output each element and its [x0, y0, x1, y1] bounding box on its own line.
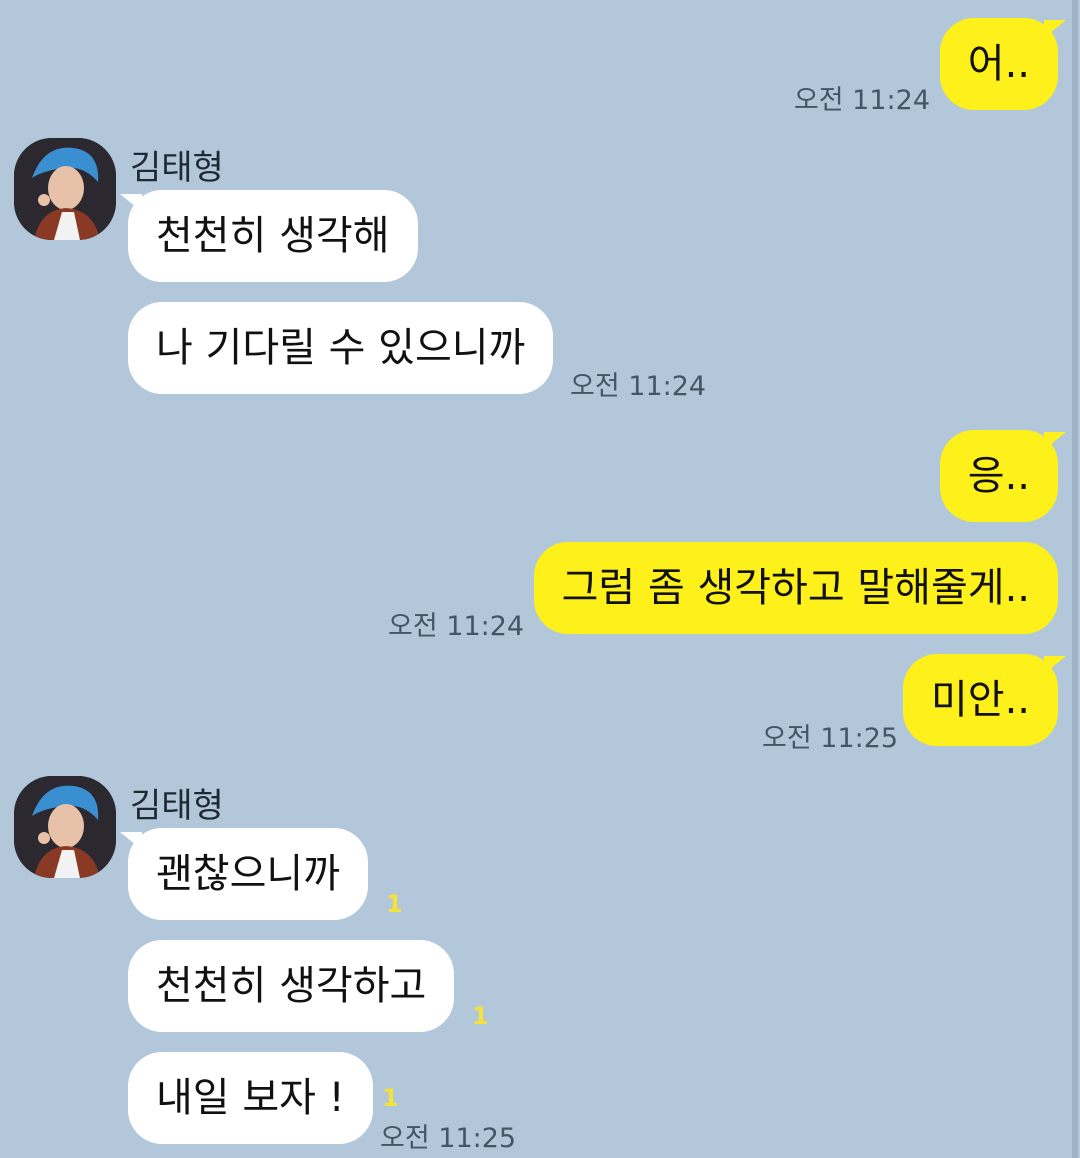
contact-avatar[interactable]: [14, 776, 116, 878]
their-message-bubble[interactable]: 내일 보자 !: [128, 1052, 373, 1144]
contact-avatar[interactable]: [14, 138, 116, 240]
unread-count: 1: [382, 1084, 399, 1112]
bubble-tail: [1044, 656, 1066, 674]
chat-room[interactable]: 어.. 오전 11:24 김태형 천천히 생각해 나 기다릴 수 있으니까 오전…: [0, 0, 1080, 1158]
unread-count: 1: [472, 1002, 489, 1030]
sender-name: 김태형: [130, 148, 224, 188]
profile-photo-icon: [14, 776, 116, 878]
message-time: 오전 11:24: [570, 371, 707, 402]
unread-count: 1: [386, 890, 403, 918]
my-message-bubble[interactable]: 어..: [939, 18, 1058, 110]
message-time: 오전 11:24: [793, 85, 930, 116]
message-time: 오전 11:24: [388, 611, 525, 642]
their-message-bubble[interactable]: 천천히 생각하고: [128, 940, 455, 1032]
bubble-tail: [1044, 20, 1066, 38]
message-time: 오전 11:25: [380, 1123, 517, 1154]
bubble-tail: [1044, 432, 1066, 450]
sender-name: 김태형: [130, 786, 224, 826]
my-message-bubble[interactable]: 그럼 좀 생각하고 말해줄게..: [533, 542, 1058, 634]
profile-photo-icon: [14, 138, 116, 240]
their-message-bubble[interactable]: 나 기다릴 수 있으니까: [128, 302, 554, 394]
their-message-bubble[interactable]: 괜찮으니까: [128, 828, 368, 920]
my-message-bubble[interactable]: 미안..: [902, 654, 1058, 746]
message-time: 오전 11:25: [762, 723, 899, 754]
my-message-bubble[interactable]: 응..: [939, 430, 1058, 522]
scrollbar[interactable]: [1072, 0, 1078, 1158]
their-message-bubble[interactable]: 천천히 생각해: [128, 190, 418, 282]
